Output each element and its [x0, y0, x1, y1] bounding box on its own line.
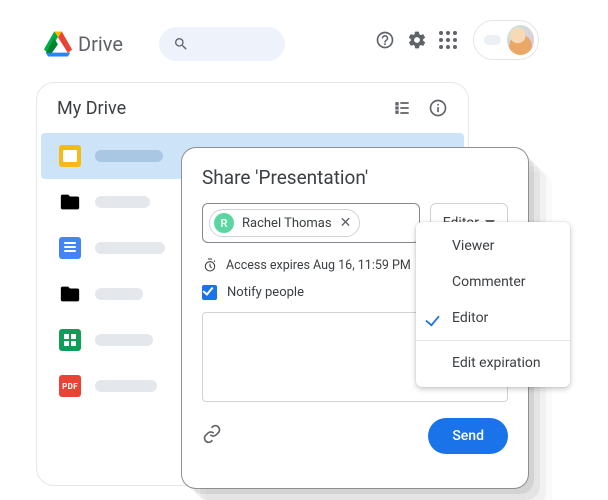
- share-title: Share 'Presentation': [202, 166, 508, 189]
- sheet-file-icon: [59, 329, 81, 351]
- pdf-file-icon: PDF: [59, 375, 81, 397]
- send-button[interactable]: Send: [428, 418, 508, 454]
- person-name: Rachel Thomas: [242, 216, 332, 231]
- top-right-controls: [375, 20, 539, 60]
- menu-item-viewer[interactable]: Viewer: [416, 228, 570, 264]
- menu-separator: [416, 340, 570, 341]
- menu-item-edit-expiration[interactable]: Edit expiration: [416, 345, 570, 381]
- timer-icon: [202, 257, 218, 273]
- file-name-placeholder: [95, 334, 153, 346]
- file-name-placeholder: [95, 196, 150, 208]
- notify-label: Notify people: [227, 285, 304, 300]
- drive-header: My Drive: [37, 83, 468, 133]
- info-icon[interactable]: [428, 98, 448, 118]
- avatar: [507, 25, 535, 55]
- doc-file-icon: [59, 237, 81, 259]
- account-chip[interactable]: [473, 20, 539, 60]
- drive-logo-icon: [44, 30, 72, 58]
- folder-icon: [59, 191, 81, 213]
- account-placeholder: [484, 35, 501, 45]
- slides-file-icon: [59, 145, 81, 167]
- drive-logo[interactable]: Drive: [44, 30, 123, 58]
- search-input[interactable]: [159, 27, 285, 61]
- view-list-icon[interactable]: [392, 98, 412, 118]
- settings-gear-icon[interactable]: [407, 30, 427, 50]
- file-name-placeholder: [95, 380, 157, 392]
- menu-item-editor[interactable]: Editor: [416, 300, 570, 336]
- file-name-placeholder: [95, 150, 163, 162]
- page-title: My Drive: [57, 98, 126, 119]
- search-icon: [173, 36, 189, 52]
- file-name-placeholder: [95, 288, 143, 300]
- menu-item-commenter[interactable]: Commenter: [416, 264, 570, 300]
- remove-chip-icon[interactable]: ✕: [340, 215, 352, 231]
- file-name-placeholder: [95, 242, 165, 254]
- folder-icon: [59, 283, 81, 305]
- notify-checkbox[interactable]: [202, 285, 217, 300]
- person-avatar: R: [214, 213, 234, 233]
- people-input[interactable]: R Rachel Thomas ✕: [202, 203, 420, 243]
- product-name: Drive: [78, 32, 123, 56]
- person-chip[interactable]: R Rachel Thomas ✕: [209, 209, 360, 237]
- copy-link-icon[interactable]: [202, 424, 222, 448]
- top-bar: Drive: [44, 20, 608, 68]
- access-expires-text: Access expires Aug 16, 11:59 PM: [226, 258, 411, 273]
- apps-grid-icon[interactable]: [439, 31, 457, 49]
- role-menu: Viewer Commenter Editor Edit expiration: [416, 222, 570, 387]
- help-icon[interactable]: [375, 30, 395, 50]
